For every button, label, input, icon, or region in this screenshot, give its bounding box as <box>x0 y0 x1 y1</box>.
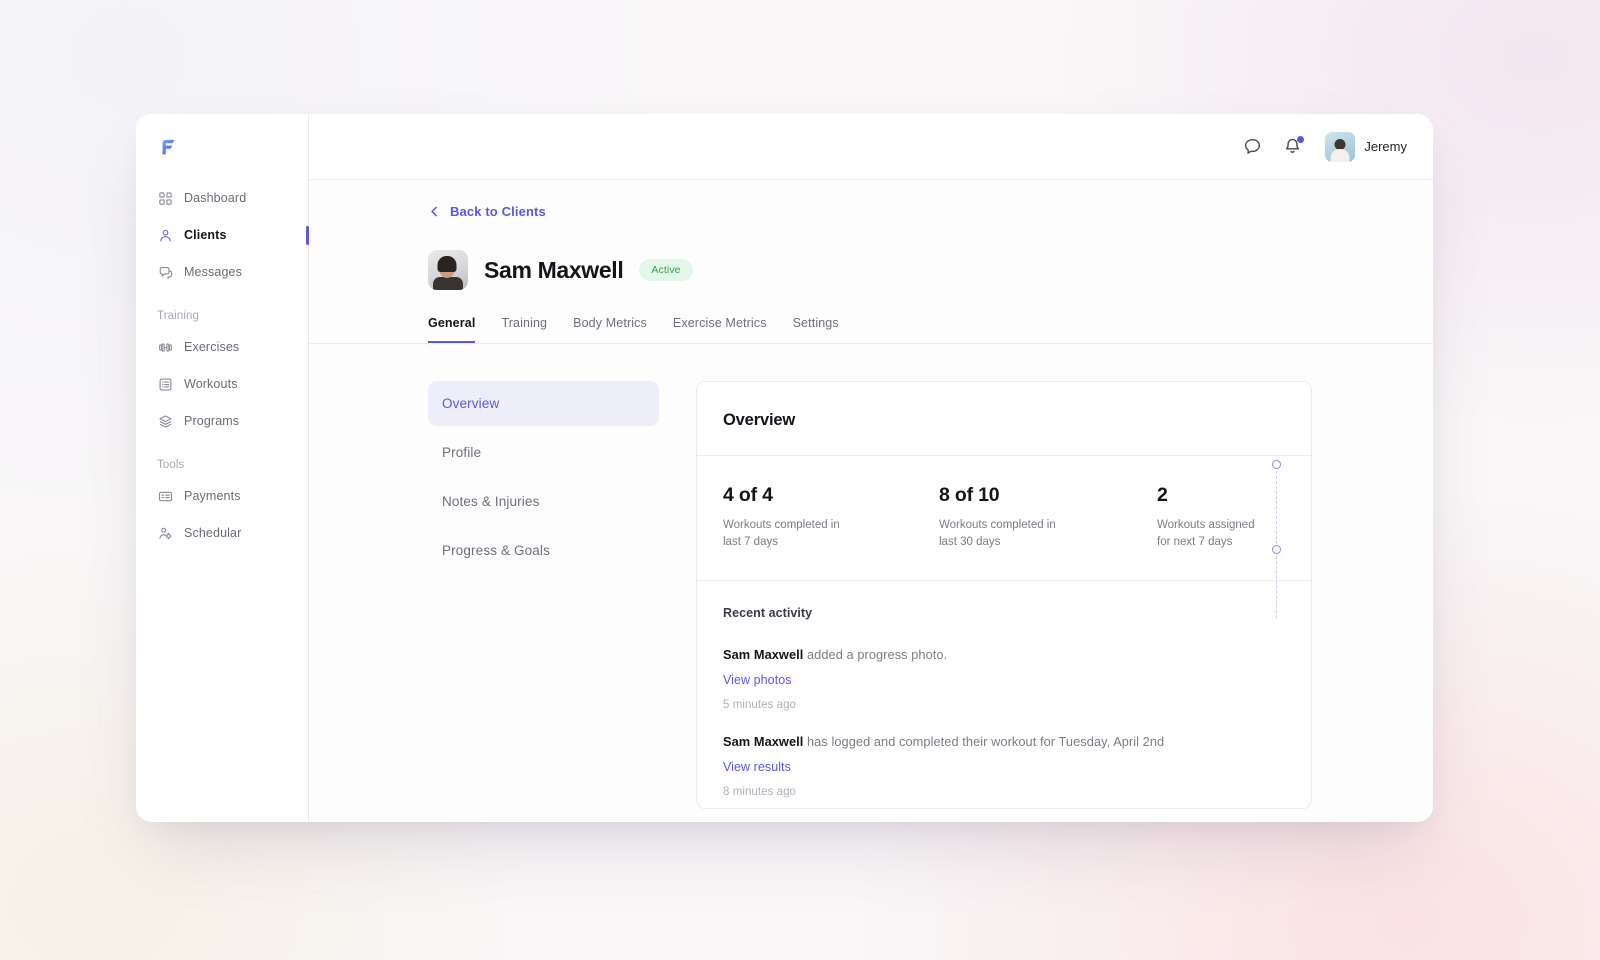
user-menu[interactable]: Jeremy <box>1325 131 1407 162</box>
nav-section-training-label: Training <box>157 310 200 322</box>
recent-activity-section: Recent activity Sam Maxwell added a prog… <box>697 581 1311 808</box>
chat-bubble-icon[interactable] <box>1241 136 1263 158</box>
stat-value: 8 of 10 <box>939 484 1000 506</box>
primary-nav: Dashboard Clients Messages Training Exer… <box>136 184 309 547</box>
person-settings-icon <box>157 525 173 541</box>
tab-settings[interactable]: Settings <box>793 316 839 343</box>
chevron-left-icon <box>428 205 441 218</box>
activity-timestamp: 5 minutes ago <box>723 699 796 712</box>
client-identity-row: Sam Maxwell Active <box>428 250 1433 290</box>
overview-card: Overview 4 of 4 Workouts completed in la… <box>696 381 1312 809</box>
stat-value: 2 <box>1157 484 1168 506</box>
topbar: Jeremy <box>309 114 1433 180</box>
list-item: Sam Maxwell has logged and completed the… <box>723 733 1285 808</box>
chat-bubbles-icon <box>157 264 173 280</box>
sidebar-item-label: Programs <box>184 414 240 428</box>
activity-actor: Sam Maxwell <box>723 734 804 750</box>
sidebar-item-label: Workouts <box>184 377 238 391</box>
brand-logo[interactable] <box>136 114 308 180</box>
stat-last-30-days: 8 of 10 Workouts completed in last 30 da… <box>939 484 1157 550</box>
sidebar-item-messages[interactable]: Messages <box>136 258 308 286</box>
tab-body-metrics[interactable]: Body Metrics <box>573 316 647 343</box>
activity-body: has logged and completed their workout f… <box>803 734 1165 750</box>
stat-last-7-days: 4 of 4 Workouts completed in last 7 days <box>723 484 939 550</box>
grid-icon <box>157 190 173 206</box>
stat-label: Workouts completed in last 7 days <box>723 519 840 548</box>
subnav-item-progress-goals[interactable]: Progress & Goals <box>428 528 659 573</box>
id-card-icon <box>157 488 173 504</box>
sidebar-item-schedular[interactable]: Schedular <box>136 519 308 547</box>
notification-dot <box>1297 135 1305 143</box>
sidebar-item-label: Messages <box>184 265 242 279</box>
sidebar-item-clients[interactable]: Clients <box>136 221 309 249</box>
back-link-label: Back to Clients <box>450 204 546 219</box>
view-photos-link[interactable]: View photos <box>723 673 792 687</box>
sidebar-item-payments[interactable]: Payments <box>136 482 308 510</box>
client-tabs: General Training Body Metrics Exercise M… <box>428 316 1433 343</box>
sidebar-item-label: Clients <box>184 228 227 242</box>
sidebar-item-label: Dashboard <box>184 191 247 205</box>
stats-row: 4 of 4 Workouts completed in last 7 days… <box>697 456 1311 582</box>
tab-exercise-metrics[interactable]: Exercise Metrics <box>673 316 767 343</box>
sidebar-item-label: Payments <box>184 489 241 503</box>
activity-text: Sam Maxwell has logged and completed the… <box>723 733 1285 751</box>
overview-title: Overview <box>723 411 796 429</box>
subnav-item-overview[interactable]: Overview <box>428 381 659 426</box>
client-subnav: Overview Profile Notes & Injuries Progre… <box>428 381 659 809</box>
dumbbell-icon <box>157 339 173 355</box>
nav-section-tools-label: Tools <box>157 459 185 471</box>
activity-text: Sam Maxwell added a progress photo. <box>723 646 1285 664</box>
activity-body: added a progress photo. <box>803 647 948 663</box>
tab-training[interactable]: Training <box>501 316 547 343</box>
sidebar: Dashboard Clients Messages Training Exer… <box>136 114 309 822</box>
sidebar-item-label: Schedular <box>184 526 242 540</box>
stat-label: Workouts completed in last 30 days <box>939 519 1056 548</box>
sidebar-item-programs[interactable]: Programs <box>136 407 308 435</box>
client-avatar <box>428 250 468 290</box>
content-body: Overview Profile Notes & Injuries Progre… <box>309 344 1433 809</box>
subnav-item-profile[interactable]: Profile <box>428 430 659 475</box>
user-name: Jeremy <box>1364 139 1407 154</box>
overview-card-header: Overview <box>697 382 1311 456</box>
list-card-icon <box>157 376 173 392</box>
view-results-link[interactable]: View results <box>723 760 791 774</box>
stat-label: Workouts assigned for next 7 days <box>1157 519 1255 548</box>
app-window: Dashboard Clients Messages Training Exer… <box>136 114 1433 822</box>
sidebar-item-label: Exercises <box>184 340 240 354</box>
stat-next-7-days: 2 Workouts assigned for next 7 days <box>1157 484 1285 550</box>
avatar <box>1325 131 1356 162</box>
brand-f-logo-icon <box>162 139 175 155</box>
recent-activity-title: Recent activity <box>723 606 813 621</box>
sidebar-item-dashboard[interactable]: Dashboard <box>136 184 308 212</box>
user-icon <box>157 227 173 243</box>
activity-actor: Sam Maxwell <box>723 647 804 663</box>
sidebar-item-workouts[interactable]: Workouts <box>136 370 308 398</box>
list-item: Sam Maxwell added a progress photo. View… <box>723 646 1285 733</box>
sidebar-item-exercises[interactable]: Exercises <box>136 333 308 361</box>
content-scroll-region: Back to Clients Sam Maxwell Active Gener… <box>309 180 1433 822</box>
status-badge: Active <box>639 259 693 281</box>
tab-general[interactable]: General <box>428 316 476 343</box>
page-title: Sam Maxwell <box>484 256 624 283</box>
back-to-clients-link[interactable]: Back to Clients <box>428 204 546 219</box>
layers-icon <box>157 413 173 429</box>
stat-value: 4 of 4 <box>723 484 773 506</box>
bell-icon[interactable] <box>1281 135 1305 158</box>
subnav-item-notes-injuries[interactable]: Notes & Injuries <box>428 479 659 524</box>
client-header: Back to Clients Sam Maxwell Active Gener… <box>309 180 1433 344</box>
activity-timestamp: 8 minutes ago <box>723 786 796 799</box>
main-area: Jeremy Back to Clients Sam Maxwell Activ… <box>309 114 1433 822</box>
